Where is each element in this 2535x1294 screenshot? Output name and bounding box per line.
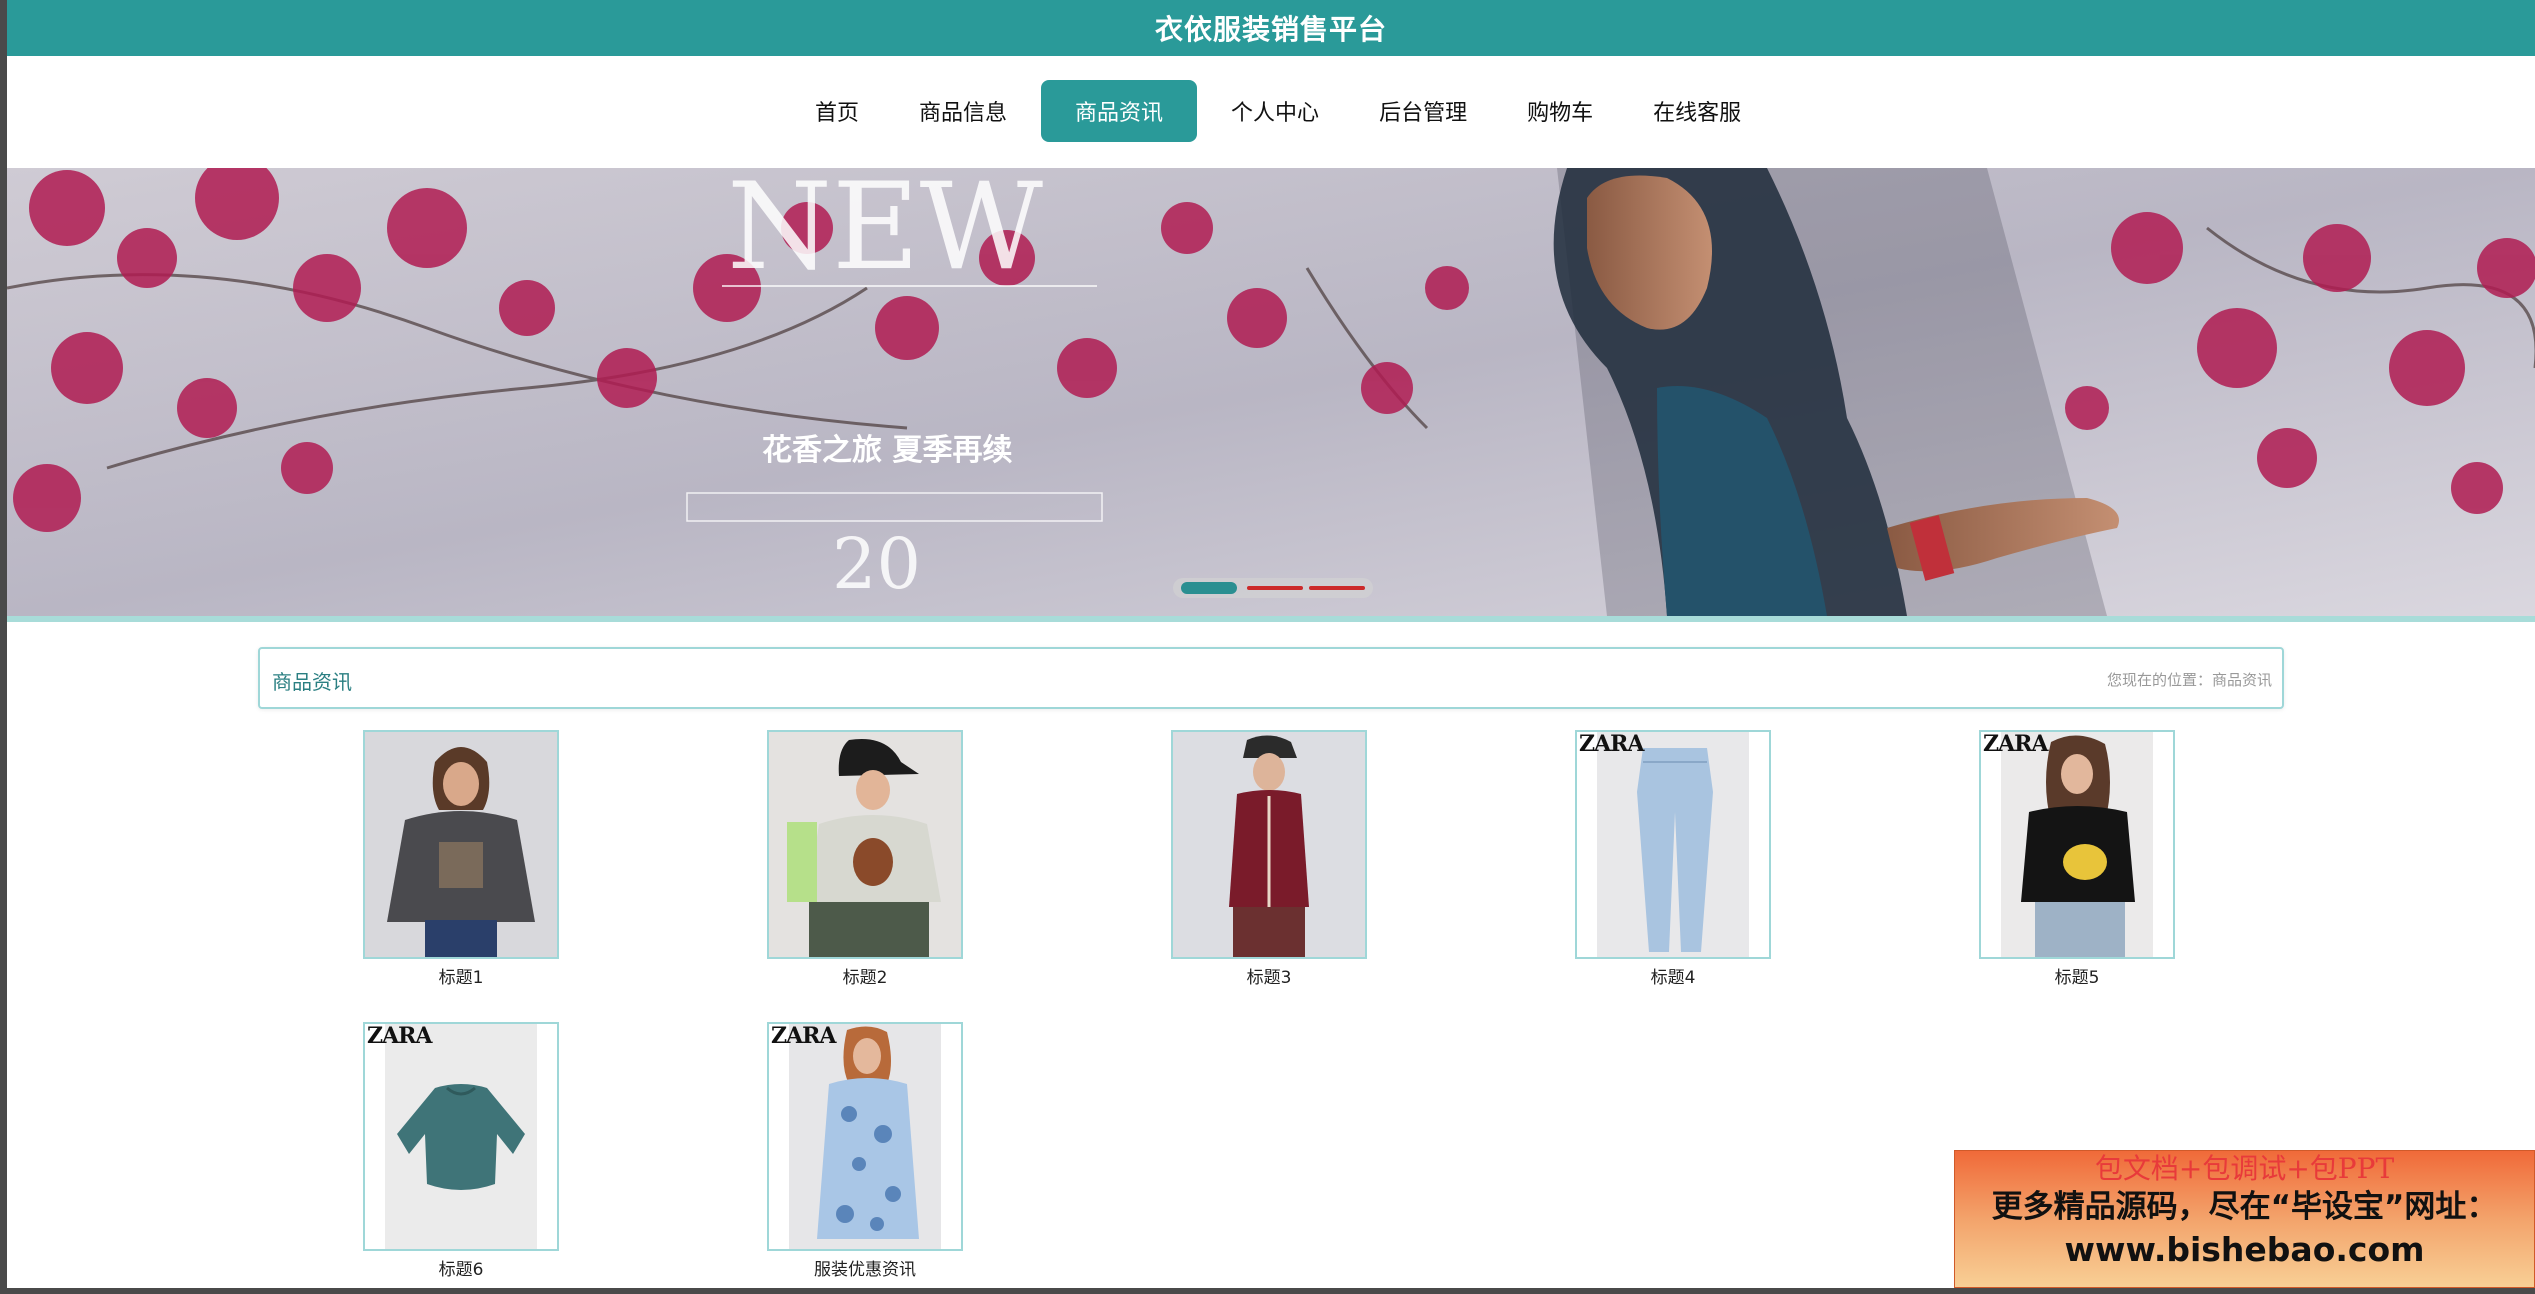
section-header: 商品资讯 您现在的位置：商品资讯	[258, 647, 2284, 709]
brand-logo: ZARA	[771, 1023, 836, 1049]
news-card-image[interactable]: ZARA	[767, 1022, 963, 1251]
news-card[interactable]: 标题2	[767, 730, 963, 990]
news-card[interactable]: ZARA 标题6	[363, 1022, 559, 1282]
news-card-title[interactable]: 标题5	[1979, 963, 2175, 988]
news-card-image[interactable]	[363, 730, 559, 959]
promo-line-2: 更多精品源码，尽在“毕设宝”网址：	[1991, 1188, 2498, 1225]
news-card[interactable]: 标题3	[1171, 730, 1367, 990]
brand-logo: ZARA	[1579, 731, 1644, 757]
news-card-image[interactable]: ZARA	[363, 1022, 559, 1251]
news-card-title[interactable]: 标题2	[767, 963, 963, 988]
brand-logo: ZARA	[367, 1023, 432, 1049]
banner-headline: NEW	[727, 168, 1043, 297]
nav-item-admin[interactable]: 后台管理	[1349, 80, 1497, 142]
nav-item-products[interactable]: 商品信息	[889, 80, 1037, 142]
news-card[interactable]: ZARA 服装优惠资讯	[767, 1022, 963, 1282]
section-title: 商品资讯	[272, 670, 352, 694]
nav-item-profile[interactable]: 个人中心	[1201, 80, 1349, 142]
carousel-dot-1[interactable]	[1181, 582, 1237, 594]
banner-image: NEW 花香之旅 夏季再续 20	[7, 168, 2535, 616]
svg-text:20: 20	[832, 523, 921, 605]
news-card-image[interactable]	[767, 730, 963, 959]
news-card-title[interactable]: 标题1	[363, 963, 559, 988]
news-card-title[interactable]: 服装优惠资讯	[767, 1255, 963, 1280]
news-card-title[interactable]: 标题3	[1171, 963, 1367, 988]
nav-item-support[interactable]: 在线客服	[1623, 80, 1771, 142]
banner-divider	[7, 616, 2535, 622]
carousel-indicators	[1173, 578, 1373, 598]
site-title: 衣依服装销售平台	[1154, 13, 1387, 46]
news-card-title[interactable]: 标题4	[1575, 963, 1771, 988]
news-card-image[interactable]	[1171, 730, 1367, 959]
news-card[interactable]: ZARA 标题4	[1575, 730, 1771, 990]
nav-item-news[interactable]: 商品资讯	[1041, 80, 1198, 142]
promo-url[interactable]: www.bishebao.com	[1955, 1229, 2534, 1270]
nav-item-home[interactable]: 首页	[785, 80, 889, 142]
nav-items: 首页 商品信息 商品资讯 个人中心 后台管理 购物车 在线客服	[785, 80, 1771, 142]
news-card[interactable]: 标题1	[363, 730, 559, 990]
news-card-image[interactable]: ZARA	[1979, 730, 2175, 959]
banner-carousel[interactable]: NEW 花香之旅 夏季再续 20	[7, 168, 2535, 616]
news-card[interactable]: ZARA 标题5	[1979, 730, 2175, 990]
page: 衣依服装销售平台 首页 商品信息 商品资讯 个人中心 后台管理 购物车 在线客服	[7, 0, 2535, 1288]
main-nav: 首页 商品信息 商品资讯 个人中心 后台管理 购物车 在线客服	[7, 56, 2535, 168]
promo-banner[interactable]: 包文档+包调试+包PPT 更多精品源码，尽在“毕设宝”网址： www.bishe…	[1954, 1150, 2535, 1288]
breadcrumb: 您现在的位置：商品资讯	[2106, 671, 2272, 689]
nav-item-cart[interactable]: 购物车	[1497, 80, 1623, 142]
promo-line-1: 包文档+包调试+包PPT	[2094, 1152, 2395, 1185]
news-card-title[interactable]: 标题6	[363, 1255, 559, 1280]
news-card-image[interactable]: ZARA	[1575, 730, 1771, 959]
site-header: 衣依服装销售平台	[7, 0, 2535, 56]
banner-subhead: 花香之旅 夏季再续	[762, 433, 1012, 468]
carousel-dot-3[interactable]	[1309, 586, 1365, 590]
brand-logo: ZARA	[1983, 731, 2048, 757]
carousel-dot-2[interactable]	[1247, 586, 1303, 590]
